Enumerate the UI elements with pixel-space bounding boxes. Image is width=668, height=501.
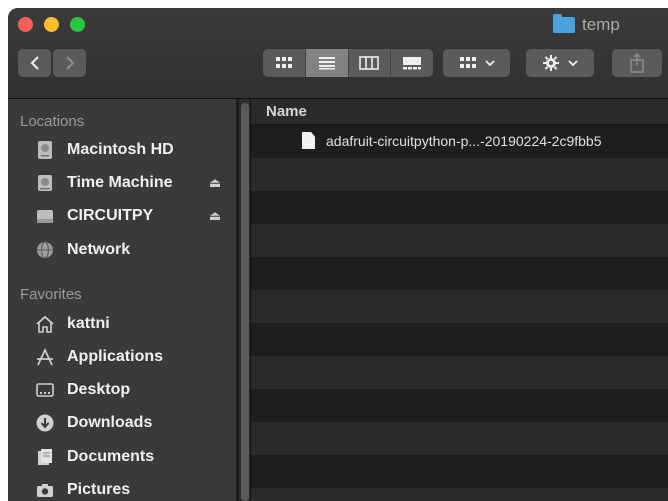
hard-drive-icon: [34, 139, 56, 161]
folder-icon: [553, 14, 575, 33]
sidebar-item-label: kattni: [67, 315, 110, 332]
chevron-right-icon: [65, 56, 75, 70]
back-button[interactable]: [18, 49, 51, 77]
sidebar-item-downloads[interactable]: Downloads: [34, 410, 230, 436]
locations-section-label: Locations: [20, 113, 85, 130]
home-icon: [34, 313, 56, 335]
documents-icon: [34, 446, 56, 468]
sidebar-item-macintosh-hd[interactable]: Macintosh HD: [34, 137, 230, 163]
finder-window: temp Locations Macintosh HD Time Machine…: [8, 8, 668, 501]
downloads-icon: [34, 412, 56, 434]
file-list: Name adafruit-circuitpython-p...-2019022…: [251, 99, 668, 501]
column-view-button[interactable]: [349, 49, 392, 77]
sidebar-item-circuitpy[interactable]: CIRCUITPY: [34, 203, 230, 229]
minimize-window-button[interactable]: [44, 17, 59, 32]
external-drive-icon: [34, 172, 56, 194]
zoom-window-button[interactable]: [70, 17, 85, 32]
file-name: adafruit-circuitpython-p...-20190224-2c9…: [326, 133, 602, 149]
sidebar-item-label: Macintosh HD: [67, 141, 174, 158]
view-mode-segmented-control[interactable]: [263, 49, 433, 77]
empty-row: [251, 422, 668, 455]
file-row[interactable]: adafruit-circuitpython-p...-20190224-2c9…: [251, 125, 668, 158]
icon-view-button[interactable]: [263, 49, 306, 77]
empty-row: [251, 224, 668, 257]
sidebar-item-applications[interactable]: Applications: [34, 344, 230, 370]
empty-row: [251, 455, 668, 488]
favorites-section-label: Favorites: [20, 286, 82, 303]
globe-icon: [34, 239, 56, 261]
gallery-view-icon: [403, 57, 422, 70]
sidebar-item-desktop[interactable]: Desktop: [34, 377, 230, 403]
name-column-label: Name: [266, 103, 307, 120]
sidebar-item-documents[interactable]: Documents: [34, 444, 230, 470]
sidebar-scrollbar-thumb[interactable]: [241, 103, 249, 501]
eject-icon[interactable]: ⏏: [208, 208, 222, 224]
gear-icon: [543, 55, 559, 71]
sidebar-item-label: Desktop: [67, 381, 131, 398]
list-view-icon: [318, 57, 335, 70]
sidebar-item-label: Downloads: [67, 414, 153, 431]
sidebar-item-label: Documents: [67, 448, 155, 465]
chevron-down-icon: [568, 60, 578, 67]
group-by-button[interactable]: [443, 49, 510, 77]
group-grid-icon: [459, 57, 476, 68]
sidebar-item-label: CIRCUITPY: [67, 207, 154, 224]
sidebar-item-network[interactable]: Network: [34, 237, 230, 263]
sidebar-item-label: Pictures: [67, 481, 131, 498]
empty-row: [251, 356, 668, 389]
share-icon: [630, 53, 644, 73]
empty-row: [251, 323, 668, 356]
close-window-button[interactable]: [18, 17, 33, 32]
desktop-icon: [34, 379, 56, 401]
window-title-text: temp: [582, 15, 620, 34]
sidebar-item-label: Network: [67, 241, 131, 258]
window-title: temp: [553, 14, 620, 35]
sidebar-item-label: Time Machine: [67, 174, 173, 191]
gallery-view-button[interactable]: [391, 49, 433, 77]
empty-row: [251, 488, 668, 501]
column-view-icon: [359, 56, 380, 70]
sidebar-item-time-machine[interactable]: Time Machine: [34, 170, 230, 196]
document-icon: [302, 132, 315, 149]
title-bar: temp: [8, 8, 668, 99]
share-button[interactable]: [612, 49, 662, 77]
empty-row: [251, 191, 668, 224]
eject-icon[interactable]: ⏏: [208, 175, 222, 191]
usb-drive-icon: [34, 205, 56, 227]
sidebar-item-pictures[interactable]: Pictures: [34, 477, 230, 501]
applications-icon: [34, 346, 56, 368]
empty-row: [251, 158, 668, 191]
chevron-left-icon: [29, 56, 39, 70]
sidebar: Locations Macintosh HD Time Machine ⏏ CI…: [8, 99, 236, 501]
forward-button[interactable]: [53, 49, 86, 77]
camera-icon: [34, 479, 56, 501]
name-column-header[interactable]: Name: [251, 99, 668, 125]
action-menu-button[interactable]: [526, 49, 594, 77]
empty-row: [251, 290, 668, 323]
empty-row: [251, 257, 668, 290]
chevron-down-icon: [484, 60, 495, 67]
list-view-button[interactable]: [305, 49, 349, 77]
sidebar-item-label: Applications: [67, 348, 164, 365]
empty-row: [251, 389, 668, 422]
icon-view-icon: [275, 57, 292, 68]
sidebar-item-kattni[interactable]: kattni: [34, 311, 230, 337]
